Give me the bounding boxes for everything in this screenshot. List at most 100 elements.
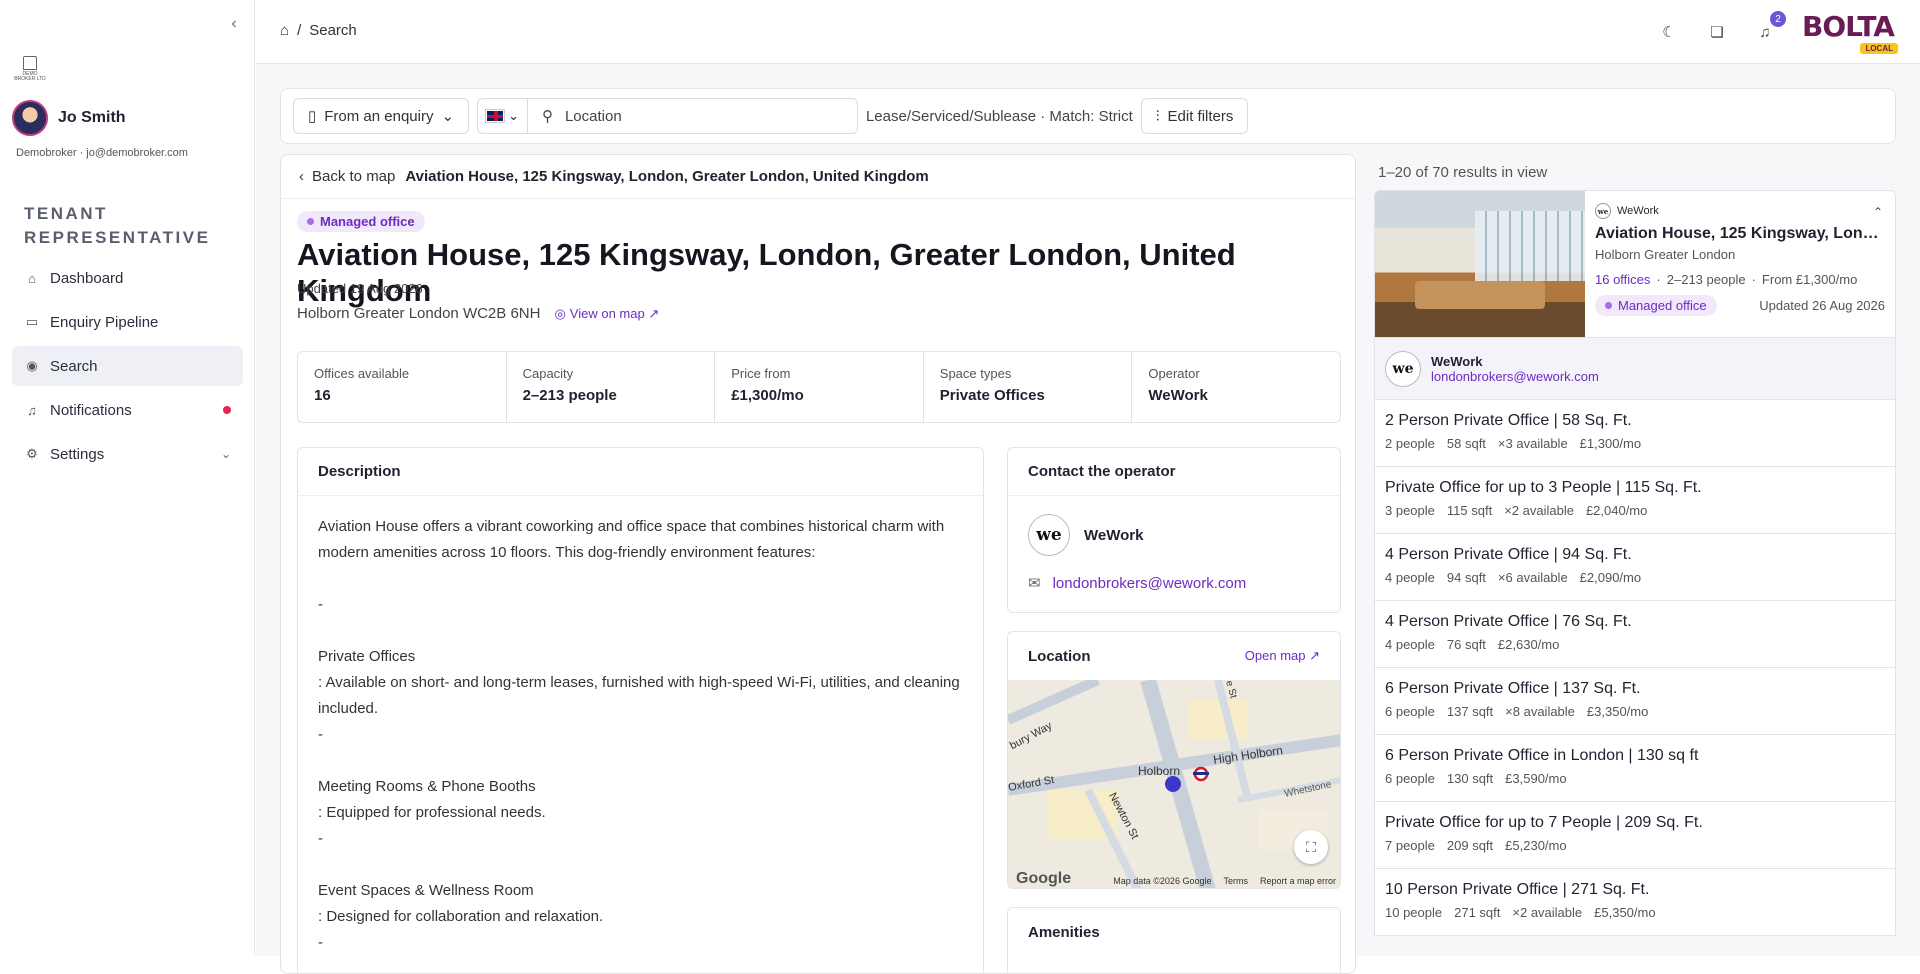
stat-label: Capacity bbox=[522, 366, 574, 381]
user-profile[interactable]: Jo Smith bbox=[12, 100, 126, 136]
wework-logo: we bbox=[1028, 514, 1070, 556]
sidebar-item-enquiry-pipeline[interactable]: ▭ Enquiry Pipeline bbox=[12, 302, 243, 342]
unread-dot bbox=[223, 406, 231, 414]
topbar: ⌂ / Search ☾ ❏ ♫ 2 BOLTA LOCAL bbox=[256, 0, 1920, 64]
sidebar-item-label: Search bbox=[50, 357, 98, 375]
result-operator-name: WeWork bbox=[1617, 205, 1659, 217]
listing-item[interactable]: 10 Person Private Office | 271 Sq. Ft. 10… bbox=[1374, 869, 1896, 936]
home-icon[interactable]: ⌂ bbox=[280, 22, 289, 39]
chevron-up-icon[interactable]: ⌃ bbox=[1873, 205, 1883, 219]
edit-filters-label: Edit filters bbox=[1167, 107, 1234, 125]
location-title: Location bbox=[1028, 647, 1091, 665]
stat-value: Private Offices bbox=[939, 387, 1045, 404]
back-label: Back to map bbox=[312, 168, 396, 185]
sidebar-item-notifications[interactable]: ♫ Notifications bbox=[12, 390, 243, 430]
listing-title: 10 Person Private Office | 271 Sq. Ft. bbox=[1385, 881, 1650, 898]
back-to-map-link[interactable]: ‹ Back to map bbox=[299, 168, 395, 185]
result-title: Aviation House, 125 Kingsway, London... bbox=[1595, 225, 1885, 242]
map-terms-link[interactable]: Terms bbox=[1223, 876, 1248, 886]
location-pin-icon: ◎ bbox=[554, 305, 566, 321]
map-attribution: Map data ©2026 Google Terms Report a map… bbox=[1113, 876, 1336, 886]
operator-name: WeWork bbox=[1084, 526, 1144, 544]
location-pin-icon: ◉ bbox=[26, 358, 38, 373]
result-people: 2–213 people bbox=[1666, 272, 1746, 287]
stat-value: £1,300/mo bbox=[731, 387, 804, 404]
listing-sqft: 209 sqft bbox=[1446, 838, 1494, 853]
collapse-sidebar-icon[interactable]: ‹ bbox=[224, 14, 244, 34]
sidebar-item-label: Notifications bbox=[50, 401, 132, 419]
listing-price: £2,630/mo bbox=[1497, 637, 1560, 652]
view-map-label: View on map ↗ bbox=[569, 305, 660, 321]
gear-icon: ⚙ bbox=[26, 446, 38, 461]
listing-avail: ×3 available bbox=[1497, 436, 1568, 451]
sidebar-item-dashboard[interactable]: ⌂ Dashboard bbox=[12, 258, 243, 298]
managed-office-badge: Managed office bbox=[297, 211, 425, 232]
operator-email-link[interactable]: ✉ londonbrokers@wework.com bbox=[1008, 566, 1340, 600]
listing-item[interactable]: 4 Person Private Office | 76 Sq. Ft. 4 pe… bbox=[1374, 601, 1896, 668]
stat-value: WeWork bbox=[1148, 387, 1208, 404]
operator-strip: we WeWork londonbrokers@wework.com bbox=[1374, 338, 1896, 400]
bell-icon: ♫ bbox=[27, 402, 37, 418]
results-list: 1–20 of 70 results in view we WeWork Avi… bbox=[1374, 154, 1896, 974]
stat-label: Operator bbox=[1148, 366, 1200, 381]
listing-meta: 10 people 271 sqft ×2 available £5,350/mo bbox=[1385, 905, 1885, 920]
description-title: Description bbox=[298, 448, 983, 496]
open-map-link[interactable]: Open map ↗ bbox=[1245, 648, 1320, 664]
listing-item[interactable]: 6 Person Private Office | 137 Sq. Ft. 6 p… bbox=[1374, 668, 1896, 735]
map-view[interactable]: Holborn High Holborn Newton St Oxford St… bbox=[1008, 680, 1340, 888]
listing-sqft: 115 sqft bbox=[1446, 503, 1493, 518]
user-name: Jo Smith bbox=[58, 109, 126, 126]
managed-office-badge: Managed office bbox=[1595, 295, 1717, 316]
listing-price: £1,300/mo bbox=[1579, 436, 1642, 451]
result-area: Holborn Greater London bbox=[1595, 247, 1736, 262]
listing-item[interactable]: 6 Person Private Office in London | 130 … bbox=[1374, 735, 1896, 802]
listing-avail: ×6 available bbox=[1497, 570, 1568, 585]
result-price: From £1,300/mo bbox=[1761, 272, 1858, 287]
result-card-body: we WeWork Aviation House, 125 Kingsway, … bbox=[1585, 191, 1895, 337]
home-icon: ⌂ bbox=[28, 270, 36, 286]
country-select[interactable]: ⌄ bbox=[477, 98, 528, 134]
strip-operator-email[interactable]: londonbrokers@wework.com bbox=[1431, 369, 1599, 384]
listing-sqft: 271 sqft bbox=[1454, 905, 1501, 920]
property-address: Holborn Greater London WC2B 6NH bbox=[297, 305, 541, 322]
listing-sqft: 130 sqft bbox=[1446, 771, 1494, 786]
filter-bar: ▯ From an enquiry ⌄ ⌄ ⚲ Location Lease/S… bbox=[280, 88, 1896, 144]
from-enquiry-dropdown[interactable]: ▯ From an enquiry ⌄ bbox=[293, 98, 470, 134]
location-search-input[interactable]: ⚲ Location bbox=[527, 98, 858, 134]
book-icon[interactable]: ❏ bbox=[1706, 21, 1728, 43]
property-photo bbox=[1375, 191, 1585, 337]
stats-bar: Offices available 16 Capacity 2–213 peop… bbox=[297, 351, 1341, 423]
address-row: Holborn Greater London WC2B 6NH ◎ View o… bbox=[297, 305, 659, 322]
contact-title: Contact the operator bbox=[1008, 448, 1340, 496]
result-card-selected[interactable]: we WeWork Aviation House, 125 Kingsway, … bbox=[1374, 190, 1896, 338]
bolta-logo[interactable]: BOLTA LOCAL bbox=[1802, 10, 1898, 54]
document-icon: ▯ bbox=[308, 108, 317, 125]
edit-filters-button[interactable]: ⫶ Edit filters bbox=[1140, 98, 1249, 134]
listing-item[interactable]: Private Office for up to 3 People | 115 … bbox=[1374, 467, 1896, 534]
enquiry-label: From an enquiry bbox=[324, 107, 434, 125]
filter-summary: Lease/Serviced/Sublease · Match: Strict bbox=[865, 107, 1133, 125]
listing-item[interactable]: 4 Person Private Office | 94 Sq. Ft. 4 pe… bbox=[1374, 534, 1896, 601]
listing-list: 2 Person Private Office | 58 Sq. Ft. 2 pe… bbox=[1374, 400, 1896, 936]
results-count: 1–20 of 70 results in view bbox=[1378, 164, 1548, 181]
sidebar-item-settings[interactable]: ⚙ Settings ⌄ bbox=[12, 434, 243, 474]
fullscreen-icon[interactable]: ⛶ bbox=[1294, 830, 1328, 864]
moon-icon[interactable]: ☾ bbox=[1658, 21, 1680, 43]
listing-meta: 2 people 58 sqft ×3 available £1,300/mo bbox=[1385, 436, 1885, 451]
bell-icon[interactable]: ♫ 2 bbox=[1754, 11, 1786, 43]
listing-avail: ×2 available bbox=[1512, 905, 1583, 920]
amenities-card: Amenities bbox=[1007, 907, 1341, 973]
mail-icon: ✉ bbox=[1028, 575, 1041, 592]
sidebar-item-search[interactable]: ◉ Search bbox=[12, 346, 243, 386]
listing-people: 6 people bbox=[1385, 771, 1435, 786]
listing-sqft: 76 sqft bbox=[1446, 637, 1486, 652]
view-on-map-link[interactable]: ◎ View on map ↗ bbox=[554, 306, 659, 322]
stat-offices-available: Offices available 16 bbox=[298, 352, 507, 422]
listing-price: £3,350/mo bbox=[1586, 704, 1649, 719]
listing-meta: 6 people 137 sqft ×8 available £3,350/mo bbox=[1385, 704, 1885, 719]
listing-item[interactable]: Private Office for up to 7 People | 209 … bbox=[1374, 802, 1896, 869]
listing-meta: 3 people 115 sqft ×2 available £2,040/mo bbox=[1385, 503, 1885, 518]
listing-item[interactable]: 2 Person Private Office | 58 Sq. Ft. 2 pe… bbox=[1374, 400, 1896, 467]
listing-meta: 7 people 209 sqft £5,230/mo bbox=[1385, 838, 1885, 853]
report-map-error-link[interactable]: Report a map error bbox=[1260, 876, 1336, 886]
